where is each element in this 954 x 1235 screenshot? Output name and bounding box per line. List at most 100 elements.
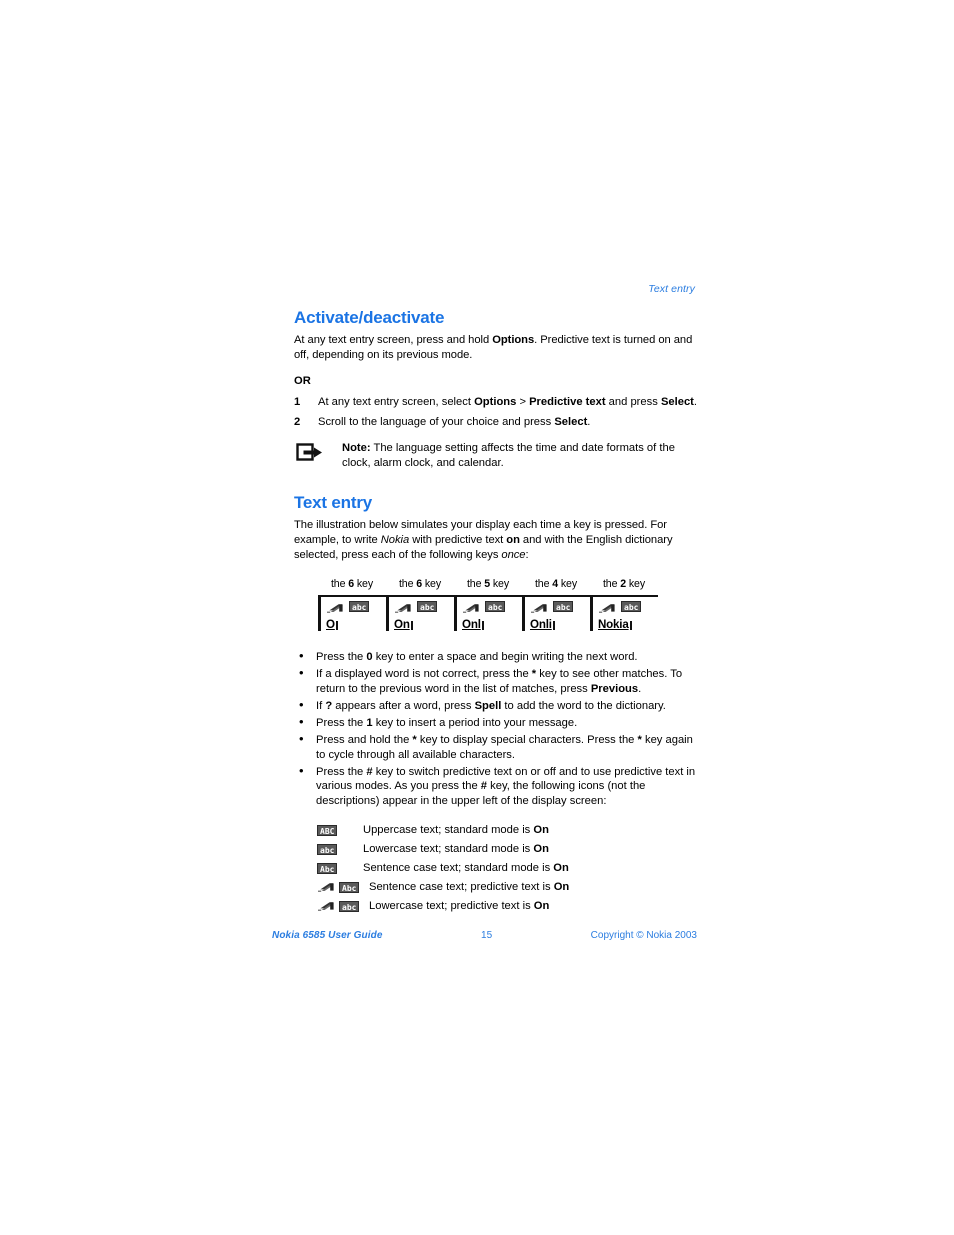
key-sequence-illustration: the 6 key abc O the 6 key abc On the 5 k… — [294, 578, 697, 640]
legend-row-lowercase-standard: abc Lowercase text; standard mode is On — [317, 840, 697, 859]
phone-display-box: abc Onli — [522, 595, 590, 632]
bullet-run: key to display special characters. Press… — [416, 734, 638, 747]
bullet-run: Press the — [316, 651, 367, 664]
bullet-dot-icon: • — [299, 714, 304, 730]
te-intro-text-4: : — [525, 548, 529, 561]
note-text: Note: The language setting affects the t… — [342, 441, 697, 470]
text-case-badge: Abc — [339, 881, 360, 893]
text-cursor — [629, 621, 632, 631]
legend-description: Uppercase text; standard mode is — [363, 824, 534, 837]
legend-text: Lowercase text; standard mode is On — [363, 843, 549, 855]
legend-state: On — [533, 843, 549, 856]
key-step-5: the 2 key abc Nokia — [590, 578, 658, 632]
display-status-row: abc — [326, 600, 386, 613]
key-caption-post: key — [422, 578, 442, 591]
predictive-text-swoosh-icon — [598, 601, 616, 613]
note-block: Note: The language setting affects the t… — [294, 441, 697, 471]
step2-bold-select: Select — [554, 415, 588, 428]
bullet-run: . — [638, 682, 642, 695]
step1-text-3: and press — [605, 396, 661, 409]
activate-steps-list: 1 At any text entry screen, select Option… — [294, 395, 697, 429]
legend-text: Sentence case text; standard mode is On — [363, 862, 569, 874]
predictive-text-swoosh-icon — [530, 601, 548, 613]
text-cursor — [481, 621, 484, 631]
display-word-text: Nokia — [598, 618, 629, 632]
step1-bold-select: Select — [660, 396, 694, 409]
legend-description: Lowercase text; predictive text is — [369, 900, 534, 913]
te-intro-bold-on: on — [506, 533, 520, 546]
predictive-text-swoosh-icon — [462, 601, 480, 613]
document-page: Text entry Activate/deactivate At any te… — [0, 0, 954, 1235]
legend-icons: abc — [317, 900, 369, 912]
text-case-badge: abc — [317, 843, 338, 855]
display-word: Nokia — [598, 618, 658, 631]
bullet-text-5: Press the # key to switch predictive tex… — [316, 766, 695, 807]
bullet-run: Press the — [316, 765, 367, 778]
footer-copyright: Copyright © Nokia 2003 — [590, 930, 697, 941]
text-case-badge: abc — [417, 601, 438, 613]
legend-state: On — [533, 824, 549, 837]
key-step-2: the 6 key abc On — [386, 578, 454, 632]
display-word: Onl — [462, 618, 522, 631]
display-word-text: Onli — [530, 618, 552, 632]
heading-text-entry: Text entry — [294, 493, 372, 513]
display-word: O — [326, 618, 386, 631]
bullet-emphasis: Previous — [590, 682, 639, 695]
legend-row-sentence-predictive: Abc Sentence case text; predictive text … — [317, 878, 697, 897]
legend-row-sentence-standard: Abc Sentence case text; standard mode is… — [317, 859, 697, 878]
step1-text-4: . — [693, 396, 698, 409]
legend-text: Sentence case text; predictive text is O… — [369, 881, 569, 893]
key-caption-pre: the — [398, 578, 417, 591]
running-header: Text entry — [648, 283, 695, 295]
legend-description: Lowercase text; standard mode is — [363, 843, 534, 856]
bullet-text-1: If a displayed word is not correct, pres… — [316, 668, 682, 695]
step1-bold-options: Options — [474, 396, 517, 409]
legend-text: Uppercase text; standard mode is On — [363, 824, 549, 836]
predictive-text-swoosh-icon — [317, 882, 335, 893]
text-cursor — [410, 621, 413, 631]
list-item: • Press the 1 key to insert a period into… — [294, 714, 697, 731]
key-caption: the 5 key — [454, 578, 522, 590]
footer-page-number: 15 — [481, 930, 493, 941]
key-caption-pre: the — [330, 578, 349, 591]
display-word-text: O — [326, 618, 335, 632]
key-step-1: the 6 key abc O — [318, 578, 386, 632]
key-caption: the 6 key — [318, 578, 386, 590]
display-word: On — [394, 618, 454, 631]
activate-intro-paragraph: At any text entry screen, press and hold… — [294, 333, 697, 362]
step2-text-2: . — [587, 415, 591, 428]
text-cursor — [552, 621, 555, 631]
heading-activate-deactivate: Activate/deactivate — [294, 308, 445, 327]
bullet-dot-icon: • — [299, 648, 304, 664]
step2-text-1: Scroll to the language of your choice an… — [318, 415, 555, 428]
list-item: • If a displayed word is not correct, pre… — [294, 665, 697, 696]
legend-state: On — [553, 862, 569, 875]
list-item-step-2: 2 Scroll to the language of your choice a… — [294, 415, 697, 430]
bullet-dot-icon: • — [299, 762, 304, 778]
display-status-row: abc — [598, 600, 658, 613]
text-case-badge: abc — [339, 900, 360, 912]
predictive-text-swoosh-icon — [326, 601, 344, 613]
text-entry-bullet-list: • Press the 0 key to enter a space and be… — [294, 648, 697, 808]
phone-display-box: abc Onl — [454, 595, 522, 632]
display-status-row: abc — [530, 600, 590, 613]
bullet-text-4: Press and hold the * key to display spec… — [316, 734, 693, 761]
display-status-row: abc — [394, 600, 454, 613]
legend-icons: Abc — [317, 881, 369, 893]
footer-guide-title: Nokia 6585 User Guide — [272, 930, 383, 941]
bullet-emphasis: Spell — [474, 699, 502, 712]
key-caption-pre: the — [466, 578, 485, 591]
bullet-run: appears after a word, press — [332, 699, 475, 712]
text-case-badge: abc — [485, 601, 506, 613]
bullet-dot-icon: • — [299, 665, 304, 681]
key-caption-pre: the — [534, 578, 553, 591]
or-label: OR — [294, 375, 311, 388]
legend-icons: abc — [317, 843, 363, 855]
list-item-step-1: 1 At any text entry screen, select Option… — [294, 395, 697, 410]
step1-text-2: > — [516, 396, 530, 409]
phone-display-box: abc O — [318, 595, 386, 632]
bullet-text-2: If ? appears after a word, press Spell t… — [316, 700, 666, 712]
bullet-dot-icon: • — [299, 696, 304, 712]
legend-state: On — [533, 900, 550, 913]
bullet-run: Press and hold the — [316, 734, 413, 747]
